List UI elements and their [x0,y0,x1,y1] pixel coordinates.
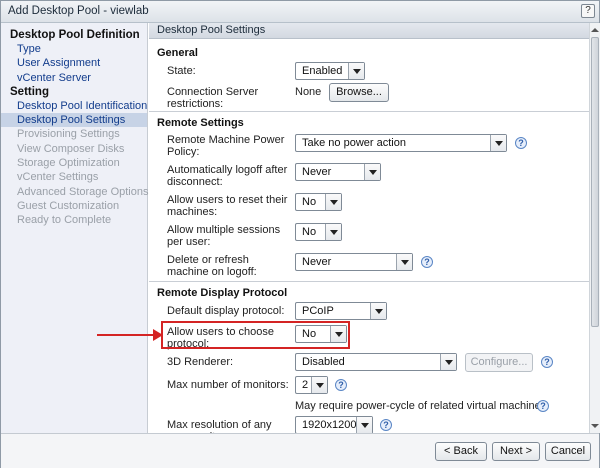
scrollbar-thumb[interactable] [591,37,599,327]
auto-logoff-dropdown[interactable]: Never [295,163,381,181]
back-button[interactable]: < Back [435,442,487,461]
wizard-footer: < Back Next > Cancel [1,433,599,468]
auto-logoff-label: Automatically logoff after disconnect: [167,164,288,188]
browse-button[interactable]: Browse... [329,83,389,102]
state-label: State: [167,65,196,77]
help-icon[interactable]: ? [515,137,527,149]
sidebar-item-pool-settings[interactable]: Desktop Pool Settings [1,113,147,128]
default-protocol-dropdown[interactable]: PCoIP [295,302,387,320]
multiple-sessions-label: Allow multiple sessions per user: [167,224,281,248]
section-remote-settings: Remote Settings [157,117,244,129]
max-resolution-label: Max resolution of any one monitor: [167,419,272,433]
sidebar-item-user-assignment[interactable]: User Assignment [1,56,147,70]
delete-refresh-dropdown[interactable]: Never [295,253,413,271]
section-display-protocol: Remote Display Protocol [157,287,288,299]
chevron-down-icon [325,224,341,240]
reset-machines-label: Allow users to reset their machines: [167,194,288,218]
auto-logoff-value: Never [302,166,332,178]
3d-renderer-dropdown[interactable]: Disabled [295,353,457,371]
state-value: Enabled [302,65,343,77]
max-monitors-label: Max number of monitors: [167,379,289,391]
multiple-sessions-value: No [302,226,317,238]
max-monitors-value: 2 [302,379,309,391]
chevron-down-icon [311,377,327,393]
sidebar-item-pool-identification[interactable]: Desktop Pool Identification [1,99,147,113]
chevron-down-icon [370,303,386,319]
connection-server-label: Connection Server restrictions: [167,86,259,110]
state-dropdown[interactable]: Enabled [295,62,365,80]
delete-refresh-label: Delete or refresh machine on logoff: [167,254,257,278]
max-resolution-dropdown[interactable]: 1920x1200 [295,416,373,433]
reset-machines-dropdown[interactable]: No [295,193,342,211]
default-protocol-label: Default display protocol: [167,305,285,317]
chevron-down-icon [490,135,506,151]
chevron-down-icon [364,164,380,180]
sidebar-item-advanced-storage: Advanced Storage Options [17,185,149,198]
power-cycle-note: May require power-cycle of related virtu… [295,400,547,412]
sidebar-item-storage-optimization: Storage Optimization [17,157,120,170]
highlight-annotation-box [161,321,350,349]
section-general: General [157,47,198,59]
scroll-up-icon[interactable] [591,25,599,35]
3d-renderer-value: Disabled [302,356,345,368]
help-icon[interactable]: ? [541,356,553,368]
chevron-down-icon [440,354,456,370]
power-policy-value: Take no power action [302,137,406,149]
chevron-down-icon [396,254,412,270]
annotation-arrow-head [153,329,163,341]
delete-refresh-value: Never [302,256,332,268]
sidebar-item-type[interactable]: Type [1,42,147,56]
help-icon[interactable]: ? [421,256,433,268]
help-icon[interactable]: ? [335,379,347,391]
sidebar-group-setting: Setting [10,85,49,98]
3d-renderer-label: 3D Renderer: [167,356,234,368]
panel-scrollbar[interactable] [589,23,600,433]
multiple-sessions-dropdown[interactable]: No [295,223,342,241]
sidebar-group-definition: Desktop Pool Definition [10,29,140,41]
next-button[interactable]: Next > [492,442,540,461]
divider [149,111,589,112]
max-monitors-dropdown[interactable]: 2 [295,376,328,394]
window-title: Add Desktop Pool - viewlab [8,5,149,17]
settings-panel: Desktop Pool Settings General State: Ena… [149,23,589,433]
chevron-down-icon [325,194,341,210]
max-resolution-value: 1920x1200 [302,419,357,431]
configure-button: Configure... [465,353,533,372]
power-policy-label: Remote Machine Power Policy: [167,134,285,158]
cancel-button[interactable]: Cancel [545,442,591,461]
panel-header: Desktop Pool Settings [149,23,589,39]
sidebar-item-ready-to-complete: Ready to Complete [17,214,112,227]
help-icon[interactable]: ? [537,400,549,412]
annotation-arrow-shaft [97,334,155,336]
reset-machines-value: No [302,196,317,208]
default-protocol-value: PCoIP [302,305,334,317]
add-desktop-pool-window: Add Desktop Pool - viewlab ? Desktop Poo… [0,0,600,468]
sidebar-item-vcenter-server[interactable]: vCenter Server [1,71,147,85]
help-icon[interactable]: ? [380,419,392,431]
title-bar: Add Desktop Pool - viewlab ? [1,1,599,23]
sidebar-item-guest-customization: Guest Customization [17,199,120,212]
sidebar-item-composer-disks: View Composer Disks [17,142,125,155]
sidebar-item-vcenter-settings: vCenter Settings [17,171,99,184]
sidebar-item-provisioning-settings: Provisioning Settings [17,128,120,141]
chevron-down-icon [356,417,372,433]
wizard-steps-sidebar: Desktop Pool Definition Type User Assign… [1,23,148,433]
scroll-down-icon[interactable] [591,421,599,431]
divider [149,281,589,282]
chevron-down-icon [348,63,364,79]
power-policy-dropdown[interactable]: Take no power action [295,134,507,152]
connection-server-value: None [295,86,322,98]
help-icon[interactable]: ? [581,4,595,18]
